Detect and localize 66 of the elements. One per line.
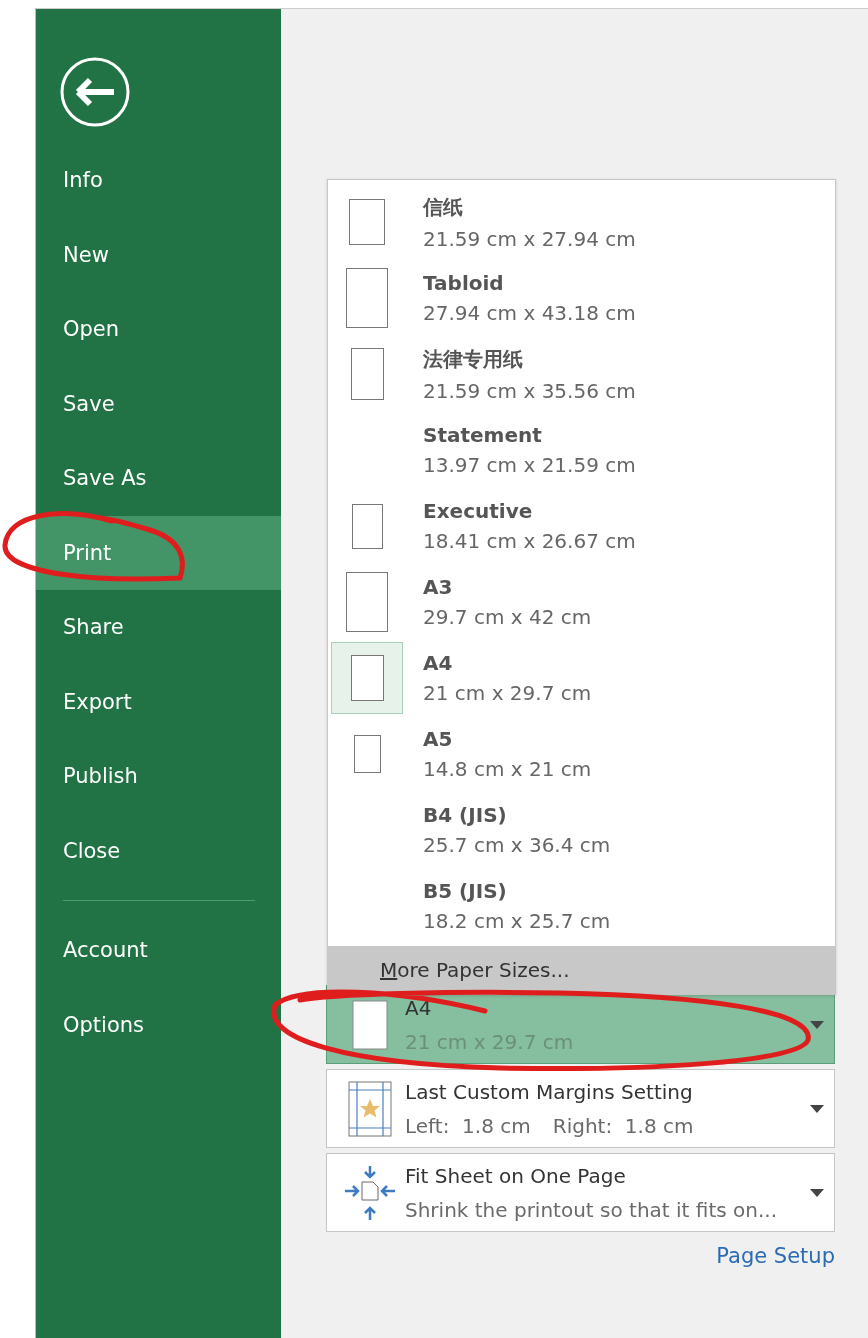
margins-icon: [348, 1080, 392, 1137]
paper-size-option[interactable]: A3 29.7 cm x 42 cm: [328, 564, 835, 640]
paper-dimensions: 18.41 cm x 26.67 cm: [423, 529, 636, 553]
paper-size-option[interactable]: 信纸 21.59 cm x 27.94 cm: [328, 184, 835, 260]
paper-dimensions: 25.7 cm x 36.4 cm: [423, 833, 611, 857]
paper-dimensions: 21.59 cm x 35.56 cm: [423, 378, 636, 403]
setting-detail: Shrink the printout so that it fits on...: [405, 1197, 777, 1222]
paper-name: B5 (JIS): [423, 879, 508, 903]
fit-page-icon: [344, 1163, 396, 1222]
page-icon: [350, 655, 384, 701]
caret-icon: [810, 1020, 824, 1029]
setting-title: Fit Sheet on One Page: [405, 1163, 627, 1188]
page-setup-link[interactable]: Page Setup: [716, 1244, 835, 1268]
menu-item[interactable]: Export: [36, 664, 281, 739]
paper-dimensions: 21.59 cm x 27.94 cm: [423, 226, 636, 251]
paper-dimensions: 18.2 cm x 25.7 cm: [423, 909, 611, 933]
paper-dimensions: 29.7 cm x 42 cm: [423, 605, 592, 629]
back-button[interactable]: [60, 57, 130, 127]
caret-icon: [810, 1188, 824, 1197]
page-icon: [351, 503, 383, 549]
menu-item[interactable]: Save As: [36, 441, 281, 516]
paper-name: Executive: [423, 499, 534, 523]
paper-size-option[interactable]: A5 14.8 cm x 21 cm: [328, 716, 835, 792]
menu-item[interactable]: Publish: [36, 739, 281, 814]
paper-name: A3: [423, 575, 454, 599]
page-icon: [349, 199, 385, 245]
paper-dimensions: 21 cm x 29.7 cm: [423, 681, 592, 705]
menu-item[interactable]: Close: [36, 813, 281, 888]
paper-size-option[interactable]: B5 (JIS) 18.2 cm x 25.7 cm: [328, 868, 835, 944]
menu-item[interactable]: Options: [36, 987, 281, 1062]
setting-dropdown[interactable]: Fit Sheet on One Page Shrink the printout so that it fits on...: [326, 1153, 835, 1232]
menu-item[interactable]: Open: [36, 292, 281, 367]
paper-size-option[interactable]: Executive 18.41 cm x 26.67 cm: [328, 488, 835, 564]
setting-detail: Left: 1.8 cm: [405, 1113, 531, 1138]
page-icon: [346, 268, 388, 328]
menu-item[interactable]: Save: [36, 366, 281, 441]
paper-name: B4 (JIS): [423, 803, 508, 827]
paper-size-option[interactable]: Tabloid 27.94 cm x 43.18 cm: [328, 260, 835, 336]
paper-size-option[interactable]: 法律专用纸 21.59 cm x 35.56 cm: [328, 336, 835, 412]
paper-dimensions: 13.97 cm x 21.59 cm: [423, 453, 636, 477]
menu-item[interactable]: Share: [36, 590, 281, 665]
page-icon: [350, 348, 384, 400]
setting-dropdown[interactable]: Last Custom Margins Setting Left: 1.8 cm Right: 1.8 cm: [326, 1069, 835, 1148]
setting-title: A4: [405, 995, 433, 1020]
page-icon: [352, 999, 388, 1050]
paper-size-option[interactable]: B4 (JIS) 25.7 cm x 36.4 cm: [328, 792, 835, 868]
paper-dimensions: 27.94 cm x 43.18 cm: [423, 301, 636, 325]
page-icon: [346, 572, 388, 632]
setting-title: Last Custom Margins Setting: [405, 1079, 694, 1104]
paper-name: 法律专用纸: [423, 345, 524, 373]
paper-size-option[interactable]: A4 21 cm x 29.7 cm: [328, 640, 835, 716]
paper-name: Tabloid: [423, 271, 505, 295]
paper-name: Statement: [423, 423, 543, 447]
setting-detail: Right: 1.8 cm: [552, 1113, 694, 1138]
menu-item[interactable]: Account: [36, 913, 281, 988]
more-paper-sizes-item[interactable]: More Paper Sizes...: [328, 946, 835, 994]
paper-size-option[interactable]: Statement 13.97 cm x 21.59 cm: [328, 412, 835, 488]
caret-icon: [810, 1104, 824, 1113]
page-icon: [353, 735, 381, 773]
menu-item[interactable]: Info: [36, 143, 281, 218]
paper-name: 信纸: [423, 193, 464, 221]
menu-item[interactable]: New: [36, 217, 281, 292]
paper-name: A5: [423, 727, 454, 751]
menu-item[interactable]: Print: [36, 515, 281, 590]
paper-name: A4: [423, 651, 454, 675]
paper-dimensions: 14.8 cm x 21 cm: [423, 757, 592, 781]
